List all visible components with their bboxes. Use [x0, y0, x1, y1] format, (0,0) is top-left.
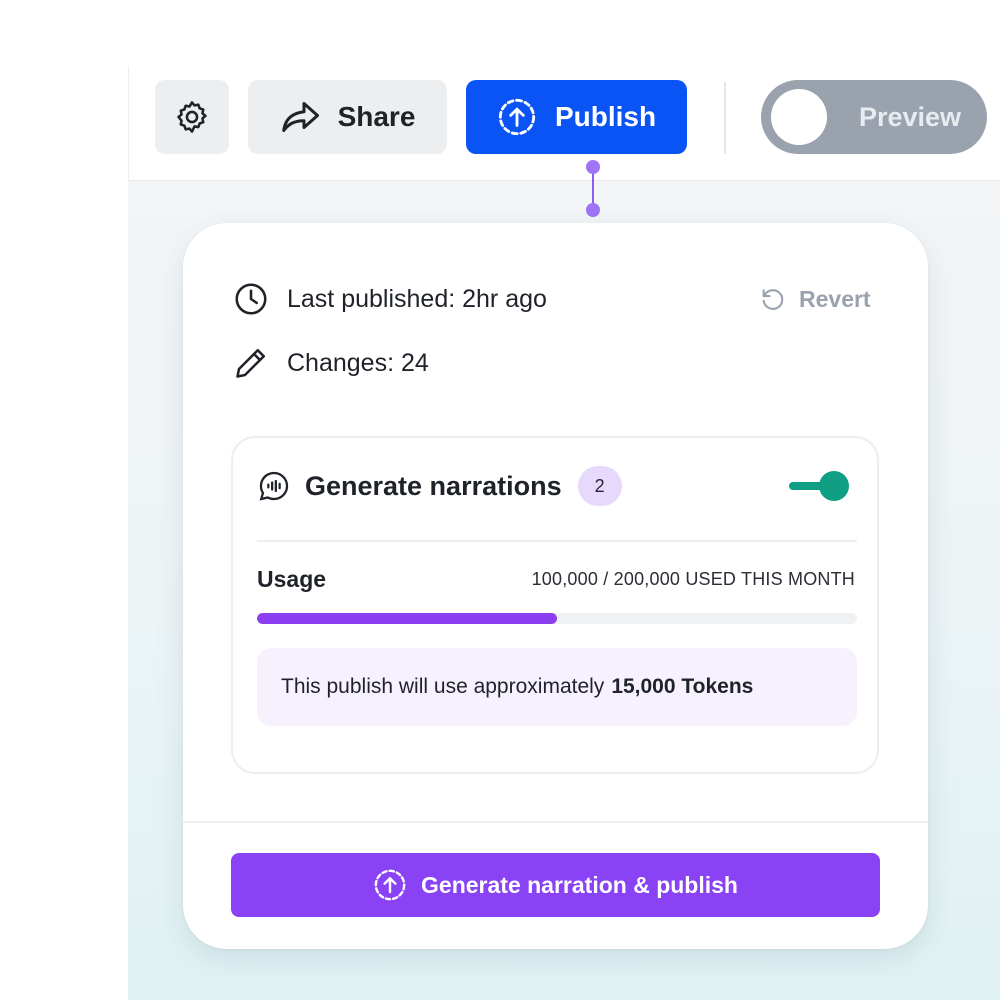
settings-button[interactable] [155, 80, 229, 154]
narrations-divider [257, 540, 857, 542]
publish-button[interactable]: Publish [466, 80, 687, 154]
narrations-header: Generate narrations 2 [257, 466, 622, 506]
revert-button[interactable]: Revert [759, 279, 871, 319]
token-note-amount: 15,000 Tokens [611, 675, 754, 698]
connector-dot-top [586, 160, 600, 174]
voice-chat-icon [257, 469, 291, 503]
upload-circle-icon [373, 868, 407, 902]
gear-icon [173, 98, 211, 136]
narrations-section: Generate narrations 2 Usage 100,000 / 20… [231, 436, 879, 774]
last-published-text: Last published: 2hr ago [287, 284, 547, 313]
last-published-row: Last published: 2hr ago [233, 279, 547, 319]
token-estimate-note: This publish will use approximately 15,0… [257, 648, 857, 726]
publish-label: Publish [554, 101, 657, 132]
publish-popover: Last published: 2hr ago Revert Changes: … [183, 223, 928, 949]
changes-row: Changes: 24 [233, 343, 429, 383]
upload-circle-icon [497, 97, 537, 137]
generate-and-publish-label: Generate narration & publish [421, 871, 738, 898]
narrations-toggle-knob [819, 471, 849, 501]
clock-icon [233, 281, 269, 317]
preview-label: Preview [858, 102, 962, 132]
revert-label: Revert [799, 285, 871, 312]
preview-toggle[interactable]: Preview [761, 80, 987, 154]
revert-icon [759, 285, 787, 313]
narrations-count-badge: 2 [577, 466, 622, 506]
connector-dot-bottom [586, 203, 600, 217]
generate-and-publish-button[interactable]: Generate narration & publish [231, 853, 880, 917]
changes-text: Changes: 24 [287, 348, 429, 377]
pencil-icon [233, 345, 269, 381]
narrations-toggle[interactable] [789, 468, 853, 504]
popover-footer-divider [183, 821, 928, 823]
preview-toggle-knob [771, 89, 827, 145]
toolbar-edge [128, 66, 129, 180]
usage-count: 100,000 / 200,000 USED THIS MONTH [531, 569, 855, 589]
share-label: Share [337, 101, 416, 132]
share-button[interactable]: Share [248, 80, 447, 154]
usage-progress-bar [257, 613, 857, 624]
share-arrow-icon [280, 99, 322, 135]
usage-label: Usage [257, 566, 327, 592]
token-note-prefix: This publish will use approximately [281, 675, 605, 698]
usage-progress-fill [257, 613, 557, 624]
toolbar-divider [724, 82, 726, 154]
narrations-title: Generate narrations [305, 470, 562, 501]
